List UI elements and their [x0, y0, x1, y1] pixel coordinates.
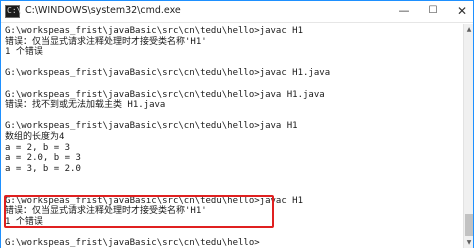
console-line: a = 3, b = 2.0: [5, 163, 81, 174]
window-title: C:\WINDOWS\system32\cmd.exe: [25, 5, 181, 16]
console-line: 错误：仅当显式请求注释处理时才接受类名称'H1': [5, 36, 207, 47]
console-line: a = 2, b = 3: [5, 142, 71, 153]
scroll-down-arrow-icon[interactable]: ▼: [464, 237, 474, 248]
console-line: G:\workspeas_frist\javaBasic\src\cn\tedu…: [5, 26, 304, 36]
console-line: 数组的长度为4: [5, 132, 65, 142]
console-line: G:\workspeas_frist\javaBasic\src\cn\tedu…: [5, 121, 298, 132]
vertical-scrollbar[interactable]: ▲ ▼: [463, 24, 473, 248]
cmd-window: C:\ C:\WINDOWS\system32\cmd.exe — ☐ ✕ G:…: [0, 0, 474, 248]
console-line: 1 个错误: [5, 47, 43, 58]
scroll-up-arrow-icon[interactable]: ▲: [464, 24, 474, 35]
console-prompt-line[interactable]: G:\workspeas_frist\javaBasic\src\cn\tedu…: [5, 238, 260, 248]
console-output[interactable]: G:\workspeas_frist\javaBasic\src\cn\tedu…: [1, 24, 463, 248]
minimize-button[interactable]: —: [389, 1, 419, 22]
scrollbar-thumb[interactable]: [465, 214, 473, 236]
maximize-button[interactable]: ☐: [418, 1, 448, 22]
console-line: G:\workspeas_frist\javaBasic\src\cn\tedu…: [5, 68, 331, 79]
close-button[interactable]: ✕: [447, 1, 474, 22]
console-line: a = 2.0, b = 3: [5, 153, 81, 164]
console-line: 错误：找不到或无法加载主类 H1.java: [5, 100, 166, 111]
console-line: G:\workspeas_frist\javaBasic\src\cn\tedu…: [5, 89, 325, 100]
error-highlight-box: [4, 194, 274, 229]
cmd-icon: C:\: [5, 5, 21, 18]
title-bar[interactable]: C:\ C:\WINDOWS\system32\cmd.exe — ☐ ✕: [1, 1, 473, 23]
